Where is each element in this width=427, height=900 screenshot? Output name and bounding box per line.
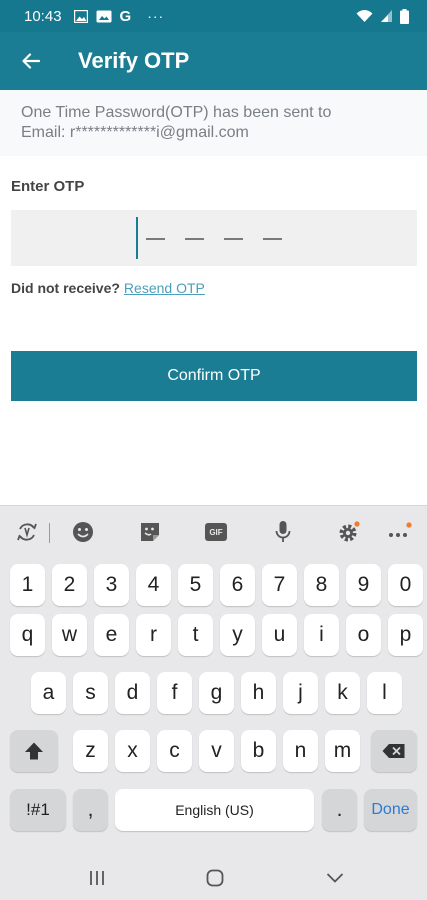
status-time: 10:43 [24,7,62,25]
key-7[interactable]: 7 [262,564,297,606]
key-j[interactable]: j [283,672,318,714]
app-bar: Verify OTP [0,32,427,90]
key-u[interactable]: u [262,614,297,656]
key-c[interactable]: c [157,730,192,772]
more-icon[interactable] [386,520,414,544]
recent-apps-icon [90,871,104,885]
otp-digit-placeholder [185,238,204,240]
image-icon [73,8,88,24]
otp-input[interactable] [11,210,417,266]
key-w[interactable]: w [52,614,87,656]
key-x[interactable]: x [115,730,150,772]
key-f[interactable]: f [157,672,192,714]
key-k[interactable]: k [325,672,360,714]
back-button[interactable] [0,32,62,90]
key-s[interactable]: s [73,672,108,714]
keyboard-toolbar: GIF [0,506,427,558]
soft-keyboard: GIF 1 2 3 4 5 6 7 8 9 0 q w e r t y u i … [0,505,427,855]
key-p[interactable]: p [388,614,423,656]
otp-sent-line1: One Time Password(OTP) has been sent to [21,104,332,121]
home-icon [206,869,224,887]
page-title: Verify OTP [78,48,190,73]
otp-digit-placeholder [224,238,243,240]
back-nav-button[interactable] [320,867,350,889]
key-i[interactable]: i [304,614,339,656]
emoji-icon[interactable] [69,520,97,544]
otp-sent-message: One Time Password(OTP) has been sent to … [0,90,427,156]
key-8[interactable]: 8 [304,564,339,606]
key-y[interactable]: y [220,614,255,656]
chevron-down-icon [326,873,344,883]
key-z[interactable]: z [73,730,108,772]
comma-key[interactable]: , [73,789,108,831]
settings-icon[interactable] [335,520,363,544]
gallery-icon [96,8,112,24]
otp-digit-placeholder [146,238,165,240]
resend-otp-link[interactable]: Resend OTP [124,280,205,296]
status-bar: 10:43 G ··· [0,0,427,32]
toolbar-divider [49,523,50,543]
otp-digit-placeholder [263,238,282,240]
shift-icon [25,742,43,760]
system-nav-bar [0,855,427,900]
key-2[interactable]: 2 [52,564,87,606]
key-d[interactable]: d [115,672,150,714]
confirm-otp-button[interactable]: Confirm OTP [11,351,417,401]
wifi-icon [356,8,373,24]
home-button[interactable] [200,867,230,889]
battery-icon [400,8,409,24]
google-g-icon: G [119,7,132,25]
gif-icon[interactable]: GIF [202,520,230,544]
key-e[interactable]: e [94,614,129,656]
signal-icon [380,8,393,24]
mic-icon[interactable] [269,520,297,544]
more-notifications-icon: ··· [147,8,165,24]
recent-apps-button[interactable] [82,867,112,889]
key-b[interactable]: b [241,730,276,772]
key-6[interactable]: 6 [220,564,255,606]
key-o[interactable]: o [346,614,381,656]
done-key[interactable]: Done [364,789,417,831]
key-t[interactable]: t [178,614,213,656]
key-3[interactable]: 3 [94,564,129,606]
otp-label: Enter OTP [11,178,85,195]
key-r[interactable]: r [136,614,171,656]
key-g[interactable]: g [199,672,234,714]
symbols-key[interactable]: !#1 [10,789,66,831]
text-cursor [136,217,138,259]
space-key[interactable]: English (US) [115,789,314,831]
otp-sent-email: Email: r*************i@gmail.com [21,124,249,141]
backspace-key[interactable] [371,730,417,772]
sticker-icon[interactable] [136,520,164,544]
arrow-left-icon [22,53,40,69]
key-1[interactable]: 1 [10,564,45,606]
resend-row: Did not receive? Resend OTP [11,280,205,296]
key-9[interactable]: 9 [346,564,381,606]
rotate-icon[interactable] [13,520,41,544]
key-5[interactable]: 5 [178,564,213,606]
key-h[interactable]: h [241,672,276,714]
shift-key[interactable] [10,730,58,772]
key-0[interactable]: 0 [388,564,423,606]
key-v[interactable]: v [199,730,234,772]
key-4[interactable]: 4 [136,564,171,606]
key-m[interactable]: m [325,730,360,772]
gif-label: GIF [205,523,227,541]
key-q[interactable]: q [10,614,45,656]
key-l[interactable]: l [367,672,402,714]
key-n[interactable]: n [283,730,318,772]
backspace-icon [382,744,405,758]
key-a[interactable]: a [31,672,66,714]
resend-prefix: Did not receive? [11,280,120,296]
period-key[interactable]: . [322,789,357,831]
